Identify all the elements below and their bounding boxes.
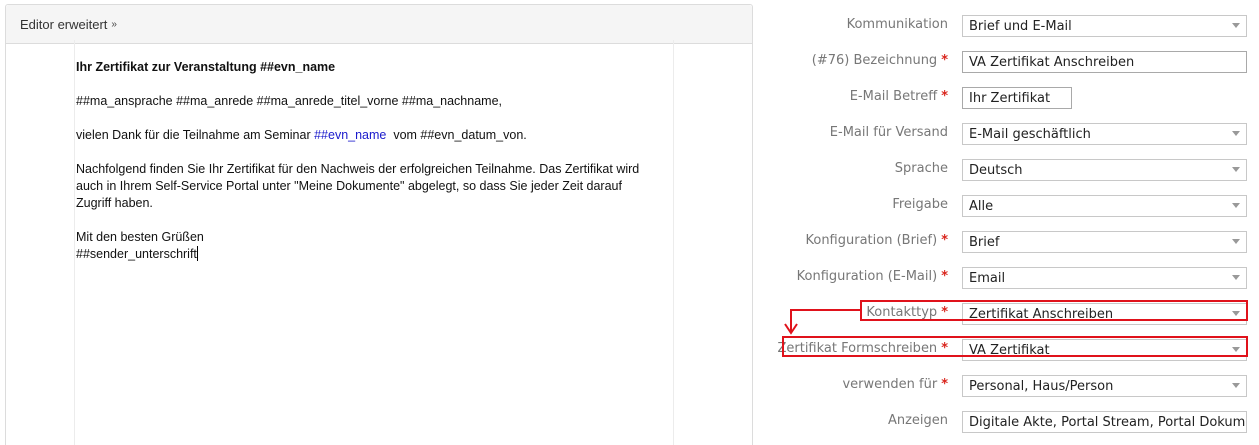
kontakttyp-select[interactable]: Zertifikat Anschreiben bbox=[962, 303, 1247, 325]
kommunikation-select[interactable]: Brief und E-Mail bbox=[962, 15, 1247, 37]
verwenden-select[interactable]: Personal, Haus/Person bbox=[962, 375, 1247, 397]
editor-toggle-label: Editor erweitert bbox=[20, 16, 108, 32]
row-betreff: E-Mail Betreff * Ihr Zertifikat bbox=[760, 76, 1259, 112]
bezeichnung-input[interactable]: VA Zertifikat Anschreiben bbox=[962, 51, 1247, 73]
betreff-label: E-Mail Betreff * bbox=[849, 89, 948, 104]
row-konfig-email: Konfiguration (E-Mail) * Email bbox=[760, 256, 1259, 292]
freigabe-label: Freigabe bbox=[892, 197, 948, 212]
caret-down-icon bbox=[1232, 383, 1240, 388]
caret-down-icon bbox=[1232, 347, 1240, 352]
evn-name-variable: ##evn_name bbox=[314, 128, 387, 142]
row-versand: E-Mail für Versand E-Mail geschäftlich bbox=[760, 112, 1259, 148]
row-freigabe: Freigabe Alle bbox=[760, 184, 1259, 220]
konfig-email-label: Konfiguration (E-Mail) * bbox=[796, 269, 948, 284]
versand-select[interactable]: E-Mail geschäftlich bbox=[962, 123, 1247, 145]
row-bezeichnung: (#76) Bezeichnung * VA Zertifikat Anschre… bbox=[760, 40, 1259, 76]
rich-text-editor[interactable]: Ihr Zertifikat zur Veranstaltung ##evn_n… bbox=[74, 40, 674, 445]
konfig-brief-select[interactable]: Brief bbox=[962, 231, 1247, 253]
red-arrow-icon bbox=[784, 309, 861, 335]
kommunikation-label: Kommunikation bbox=[846, 17, 948, 32]
letter-body-line: Zugriff haben. bbox=[76, 196, 153, 210]
konfig-email-select[interactable]: Email bbox=[962, 267, 1247, 289]
letter-signature: ##sender_unterschrift bbox=[76, 246, 673, 263]
thanks-text: vielen Dank für die Teilnahme am Seminar bbox=[76, 128, 315, 142]
thanks-date-text: vom ##evn_datum_von. bbox=[386, 128, 527, 142]
caret-down-icon bbox=[1232, 167, 1240, 172]
row-konfig-brief: Konfiguration (Brief) * Brief bbox=[760, 220, 1259, 256]
formschreiben-label: Zertifikat Formschreiben * bbox=[777, 341, 948, 356]
freigabe-select[interactable]: Alle bbox=[962, 195, 1247, 217]
letter-thanks: vielen Dank für die Teilnahme am Seminar… bbox=[76, 127, 673, 144]
kontakttyp-label: Kontakttyp * bbox=[866, 305, 948, 320]
editor-toggle[interactable]: Editor erweitert » bbox=[6, 5, 752, 44]
row-kommunikation: Kommunikation Brief und E-Mail bbox=[760, 4, 1259, 40]
letter-body-line: Nachfolgend finden Sie Ihr Zertifikat fü… bbox=[76, 162, 640, 176]
konfig-brief-label: Konfiguration (Brief) * bbox=[805, 233, 948, 248]
bezeichnung-label: (#76) Bezeichnung * bbox=[811, 53, 948, 68]
anzeigen-select[interactable]: Digitale Akte, Portal Stream, Portal Dok… bbox=[962, 411, 1247, 433]
letter-closing: Mit den besten Grüßen bbox=[76, 230, 204, 244]
template-settings-form: Kommunikation Brief und E-Mail (#76) Bez… bbox=[760, 0, 1259, 445]
sprache-select[interactable]: Deutsch bbox=[962, 159, 1247, 181]
letter-body-line: auch in Ihrem Self-Service Portal unter … bbox=[76, 179, 622, 193]
text-cursor bbox=[196, 246, 198, 261]
verwenden-label: verwenden für * bbox=[842, 377, 948, 392]
caret-down-icon bbox=[1232, 203, 1240, 208]
letter-salutation: ##ma_ansprache ##ma_anrede ##ma_anrede_t… bbox=[76, 94, 502, 108]
anzeigen-label: Anzeigen bbox=[887, 413, 948, 428]
row-anzeigen: Anzeigen Digitale Akte, Portal Stream, P… bbox=[760, 400, 1259, 436]
signature-variable: ##sender_unterschrift bbox=[76, 247, 197, 261]
double-chevron-down-icon: » bbox=[111, 18, 117, 30]
letter-title: Ihr Zertifikat zur Veranstaltung ##evn_n… bbox=[76, 60, 336, 74]
betreff-input[interactable]: Ihr Zertifikat bbox=[962, 87, 1072, 109]
sprache-label: Sprache bbox=[894, 161, 948, 176]
row-sprache: Sprache Deutsch bbox=[760, 148, 1259, 184]
caret-down-icon bbox=[1232, 23, 1240, 28]
caret-down-icon bbox=[1232, 311, 1240, 316]
formschreiben-select[interactable]: VA Zertifikat bbox=[962, 339, 1247, 361]
caret-down-icon bbox=[1232, 131, 1240, 136]
row-verwenden: verwenden für * Personal, Haus/Person bbox=[760, 364, 1259, 400]
caret-down-icon bbox=[1232, 275, 1240, 280]
caret-down-icon bbox=[1232, 239, 1240, 244]
versand-label: E-Mail für Versand bbox=[829, 125, 948, 140]
